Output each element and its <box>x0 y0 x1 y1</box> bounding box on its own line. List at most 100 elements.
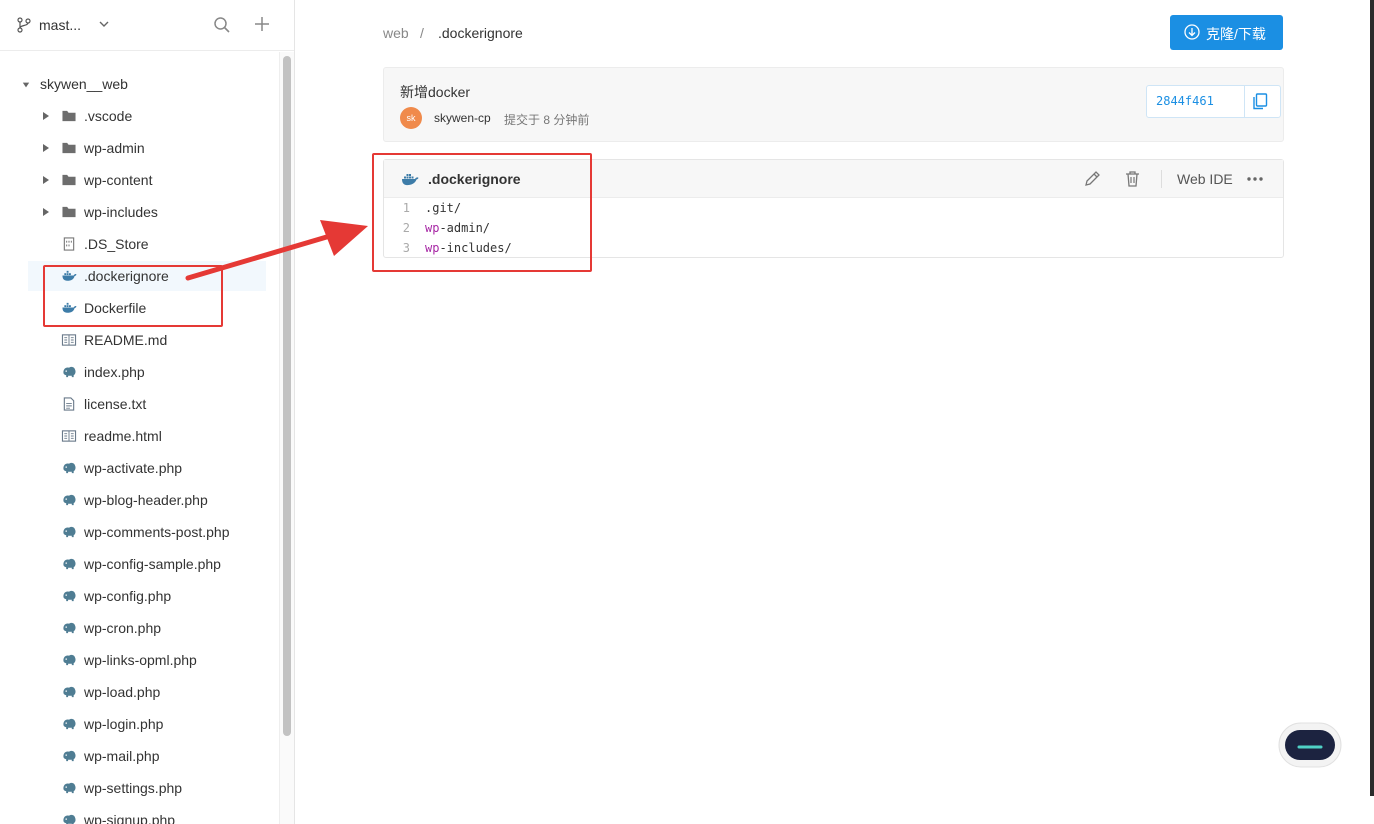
tree-item-label: wp-admin <box>84 140 145 156</box>
breadcrumb-current-file: .dockerignore <box>438 25 523 41</box>
caret-right-icon[interactable] <box>42 111 50 121</box>
folder-icon <box>62 206 76 218</box>
tree-item-label: README.md <box>84 332 168 348</box>
commit-author[interactable]: skywen-cp <box>434 111 491 125</box>
php-elephant-icon <box>63 654 76 666</box>
sidebar-scrollbar-thumb[interactable] <box>283 56 291 736</box>
tree-item[interactable]: wp-load.php <box>28 677 266 707</box>
breadcrumb-root[interactable]: web <box>383 25 409 41</box>
chevron-down-icon[interactable] <box>98 19 110 29</box>
tree-item-label: wp-config-sample.php <box>84 556 221 572</box>
text-file-icon <box>63 397 75 411</box>
tree-item[interactable]: wp-admin <box>28 133 266 163</box>
caret-right-icon[interactable] <box>42 175 50 185</box>
tree-item[interactable]: wp-config.php <box>28 581 266 611</box>
trash-icon[interactable] <box>1124 170 1141 187</box>
annotation-arrow <box>185 220 368 281</box>
tree-item[interactable]: skywen__web <box>22 69 266 99</box>
tree-item[interactable]: wp-config-sample.php <box>28 549 266 579</box>
tree-item-label: wp-config.php <box>84 588 172 604</box>
latest-commit-panel: 新增docker sk skywen-cp 提交于 8 分钟前 2844f461 <box>383 67 1284 142</box>
php-elephant-icon <box>63 686 76 698</box>
tree-item[interactable]: .vscode <box>28 101 266 131</box>
sidebar-header: mast... <box>0 0 294 51</box>
web-ide-button[interactable]: Web IDE <box>1177 171 1233 187</box>
clone-download-label: 克隆/下载 <box>1206 26 1266 42</box>
tree-item[interactable]: license.txt <box>28 389 266 419</box>
binary-file-icon <box>63 237 75 251</box>
tree-item[interactable]: README.md <box>28 325 266 355</box>
tree-item[interactable]: wp-content <box>28 165 266 195</box>
php-elephant-icon <box>63 622 76 634</box>
tree-item[interactable]: wp-cron.php <box>28 613 266 643</box>
window-edge <box>1370 0 1374 796</box>
file-tree-sidebar: mast... skywen__web .vscode wp-admin wp-con… <box>0 0 295 824</box>
tree-item-label: wp-login.php <box>84 716 164 732</box>
avatar[interactable]: sk <box>400 107 422 129</box>
php-elephant-icon <box>63 462 76 474</box>
tree-item-label: wp-settings.php <box>84 780 183 796</box>
folder-icon <box>62 142 76 154</box>
php-elephant-icon <box>63 814 76 824</box>
commit-time: 提交于 8 分钟前 <box>504 113 590 127</box>
tree-item[interactable]: readme.html <box>28 421 266 451</box>
tree-item-label: license.txt <box>84 396 147 412</box>
commit-sha-box: 2844f461 <box>1146 85 1281 118</box>
php-elephant-icon <box>63 718 76 730</box>
tree-item-label: wp-content <box>84 172 153 188</box>
tree-item-label: wp-blog-header.php <box>84 492 208 508</box>
tree-item-label: .vscode <box>84 108 133 124</box>
php-elephant-icon <box>63 558 76 570</box>
tree-item[interactable]: wp-signup.php <box>28 805 266 824</box>
document-icon <box>61 430 77 442</box>
chat-assistant-widget[interactable] <box>1277 719 1343 771</box>
tree-item-label: skywen__web <box>40 76 128 92</box>
tree-item[interactable]: wp-mail.php <box>28 741 266 771</box>
tree-item[interactable]: index.php <box>28 357 266 387</box>
php-elephant-icon <box>63 494 76 506</box>
breadcrumb-separator: / <box>420 25 424 41</box>
tree-item-label: index.php <box>84 364 145 380</box>
caret-right-icon[interactable] <box>42 207 50 217</box>
tree-item[interactable]: wp-blog-header.php <box>28 485 266 515</box>
tree-item-label: readme.html <box>84 428 162 444</box>
tree-item-label: wp-signup.php <box>84 812 176 824</box>
tree-item[interactable]: wp-login.php <box>28 709 266 739</box>
tree-item-label: wp-load.php <box>84 684 161 700</box>
php-elephant-icon <box>63 526 76 538</box>
download-circle-icon <box>1184 24 1200 40</box>
caret-right-icon[interactable] <box>42 143 50 153</box>
php-elephant-icon <box>63 366 76 378</box>
tree-item-label: wp-mail.php <box>84 748 160 764</box>
branch-selector[interactable]: mast... <box>39 17 81 33</box>
php-elephant-icon <box>63 750 76 762</box>
commit-sha-link[interactable]: 2844f461 <box>1156 94 1214 108</box>
folder-icon <box>62 110 76 122</box>
tree-item-label: wp-cron.php <box>84 620 162 636</box>
tree-item-label: wp-comments-post.php <box>84 524 230 540</box>
tree-item[interactable]: wp-links-opml.php <box>28 645 266 675</box>
tree-item-label: wp-includes <box>84 204 158 220</box>
more-options-icon[interactable] <box>1246 176 1264 182</box>
search-icon[interactable] <box>213 16 231 34</box>
caret-down-icon[interactable] <box>22 80 30 90</box>
php-elephant-icon <box>63 782 76 794</box>
header-divider <box>1161 170 1162 188</box>
git-branch-icon <box>17 17 31 33</box>
tree-item-label: .DS_Store <box>84 236 149 252</box>
annotation-box-file <box>372 153 592 272</box>
tree-item-label: wp-links-opml.php <box>84 652 197 668</box>
tree-item[interactable]: wp-activate.php <box>28 453 266 483</box>
folder-icon <box>62 174 76 186</box>
tree-item[interactable]: wp-settings.php <box>28 773 266 803</box>
pencil-icon[interactable] <box>1084 170 1101 187</box>
document-icon <box>61 334 77 346</box>
copy-icon[interactable] <box>1252 93 1268 110</box>
commit-message[interactable]: 新增docker <box>400 82 470 102</box>
clone-download-button[interactable]: 克隆/下载 <box>1170 15 1283 50</box>
sha-divider <box>1244 86 1245 117</box>
php-elephant-icon <box>63 590 76 602</box>
tree-item[interactable]: wp-comments-post.php <box>28 517 266 547</box>
add-icon[interactable] <box>253 15 271 33</box>
tree-item-label: wp-activate.php <box>84 460 183 476</box>
